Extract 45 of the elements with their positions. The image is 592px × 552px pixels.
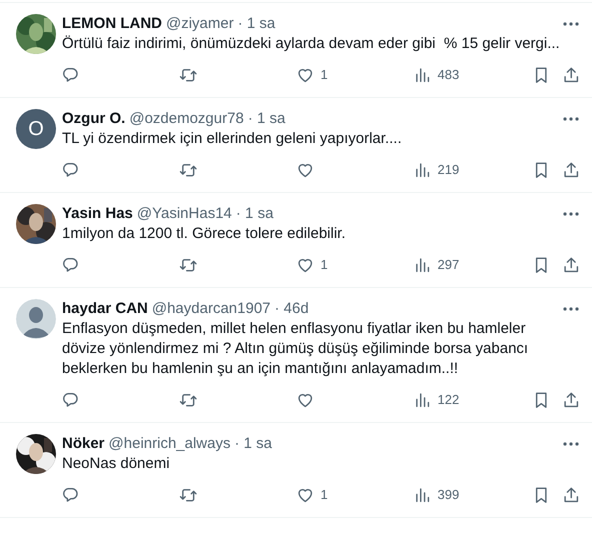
share-icon[interactable] [562,256,580,274]
count: 1 [320,66,328,84]
user-name[interactable]: Nöker [62,432,105,456]
count: 297 [438,256,460,274]
bar-chart-icon[interactable] [413,66,432,84]
user-handle[interactable]: @YasinHas14 [136,202,232,226]
reply-icon[interactable] [62,160,80,180]
share-icon[interactable] [562,486,580,504]
user-handle[interactable]: @haydarcan1907 [152,298,271,320]
bar-chart-icon[interactable] [413,160,432,180]
user-handle[interactable]: @ozdemozgur78 [129,108,244,130]
bar-chart-icon[interactable] [413,256,432,274]
bar-chart-icon[interactable] [413,486,432,504]
count: 1 [320,486,328,504]
user-handle[interactable]: @ziyamer [166,12,234,36]
user-name[interactable]: Yasin Has [62,202,133,226]
tweet-text: 1milyon da 1200 tl. Görece tolere edilebilir. [62,224,346,244]
reply-icon[interactable] [62,486,80,504]
count: 219 [438,161,460,180]
timestamp[interactable]: · 1 sa [248,108,286,130]
reply-icon[interactable] [62,256,80,274]
tweet-text: Örtülü faiz indirimi, önümüzdeki aylarda devam eder gibi % 15 gelir vergi... [62,34,561,54]
count: 1 [320,256,328,274]
count: 122 [438,391,460,410]
timestamp[interactable]: · 1 sa [234,432,272,456]
reply-icon[interactable] [62,390,80,410]
user-name[interactable]: LEMON LAND [62,12,162,36]
share-icon[interactable] [562,160,580,180]
bar-chart-icon[interactable] [413,390,432,410]
timestamp[interactable]: · 46d [274,298,309,320]
avatar[interactable]: O [16,109,56,149]
reply-icon[interactable] [62,66,80,84]
count: 399 [438,486,460,504]
tweet-text: TL yi özendirmek için ellerinden geleni yapıyorlar.... [62,129,403,149]
timestamp[interactable]: · 1 sa [238,12,276,36]
timestamp[interactable]: · 1 sa [236,202,274,226]
user-handle[interactable]: @heinrich_always [108,432,230,456]
default-avatar-icon[interactable] [16,299,56,339]
share-icon[interactable] [562,390,580,410]
tweet-text: NeoNas dönemi [62,454,171,474]
user-name[interactable]: haydar CAN [62,298,148,320]
share-icon[interactable] [562,66,580,84]
user-name[interactable]: Ozgur O. [62,108,126,130]
count: 483 [438,66,460,84]
tweet-text: Enflasyon düşmeden, millet helen enflasyonu fiyatlar iken bu hamleler dövize yönlendirmez mi ? Altın gümüş düşüş eğiliminde borsa yabancı beklerken bu hamlenin şu an için mantığını anlayamadım..!! [62,319,530,379]
